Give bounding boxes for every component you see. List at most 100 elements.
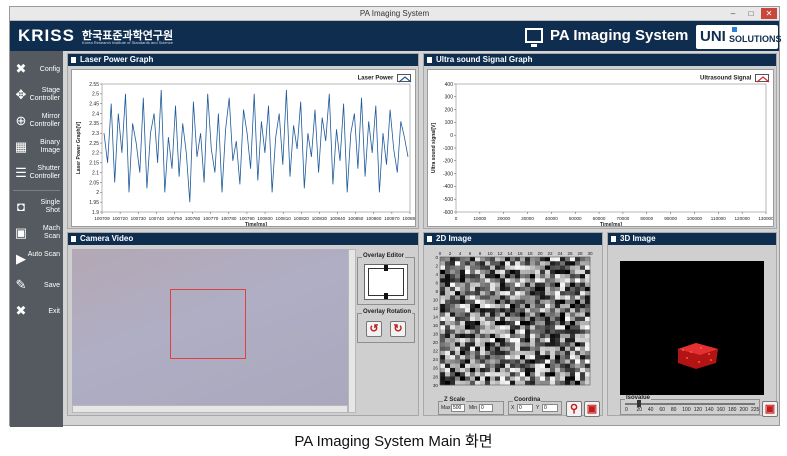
coord-y-input[interactable]: 0 <box>542 404 558 412</box>
z-max-input[interactable]: 500 <box>451 404 465 412</box>
heatmap-cell <box>475 359 481 364</box>
isovalue-tick-label: 100 <box>682 407 691 413</box>
heatmap-cell <box>545 316 551 322</box>
heatmap-cell <box>490 363 496 369</box>
minimize-button[interactable]: – <box>725 8 741 19</box>
heatmap-cell <box>530 376 536 381</box>
heatmap-cell <box>510 303 516 309</box>
heatmap-cell <box>580 359 586 364</box>
heatmap-cell <box>520 312 526 317</box>
z-min-input[interactable]: 0 <box>479 404 493 412</box>
y-tick-label: -300 <box>443 171 453 177</box>
image-2d-panel-title: 2D Image <box>424 233 602 245</box>
heatmap-cell <box>475 265 481 270</box>
heatmap-cell <box>560 355 566 360</box>
heatmap-cell <box>465 316 471 322</box>
heatmap-cell <box>455 286 461 292</box>
image-3d-viewport[interactable] <box>620 261 764 395</box>
heatmap-cell <box>555 312 561 317</box>
heatmap-cell <box>570 261 576 266</box>
heatmap-cell <box>540 342 546 347</box>
heatmap-cell <box>580 376 586 381</box>
heatmap-cell <box>540 261 546 266</box>
sidebar-item-label: Auto Scan <box>27 251 60 258</box>
overlay-roi-rectangle[interactable] <box>170 289 246 359</box>
rotate-cw-button[interactable]: ↻ <box>390 321 406 337</box>
sidebar-item-config[interactable]: ✖ Config <box>10 57 63 83</box>
heatmap-cell <box>480 325 486 330</box>
heatmap-cell <box>535 295 541 300</box>
heatmap-cell <box>485 257 491 262</box>
heatmap-cell <box>475 329 481 334</box>
heatmap-cell <box>500 359 506 364</box>
sidebar-item-mach-scan[interactable]: ▣ Mach Scan <box>10 221 63 247</box>
zoom-search-button[interactable]: ⚲ <box>566 401 582 417</box>
overlay-editor-frame[interactable] <box>368 268 404 296</box>
overlay-handle-bottom[interactable] <box>384 293 388 299</box>
coord-x-input[interactable]: 0 <box>517 404 533 412</box>
heatmap-cell <box>475 278 481 283</box>
heatmap-cell <box>485 308 491 313</box>
heatmap-cell <box>530 380 536 386</box>
heatmap-cell <box>515 261 521 266</box>
heatmap-cell <box>575 329 581 334</box>
heatmap-cell <box>445 346 451 352</box>
heatmap-cell <box>460 261 466 266</box>
heatmap-cell <box>530 265 536 270</box>
overlay-editor-canvas[interactable] <box>364 264 408 300</box>
heatmap-cell <box>525 359 531 364</box>
isovalue-slider-track[interactable] <box>625 403 755 405</box>
save-3d-image-button[interactable]: ▣ <box>762 401 778 417</box>
isovalue-slider-thumb[interactable] <box>637 400 641 407</box>
heatmap-cell <box>535 350 541 356</box>
heatmap-cell <box>550 346 556 352</box>
overlay-handle-top[interactable] <box>384 265 388 271</box>
y-tick-label: 100 <box>445 120 454 126</box>
heatmap-cell <box>510 299 516 305</box>
heatmap-cell <box>450 372 456 377</box>
heatmap-cell <box>525 269 531 275</box>
heatmap-cell <box>505 295 511 300</box>
sidebar-item-exit[interactable]: ✖ Exit <box>10 299 63 325</box>
max-label: Max <box>441 405 451 411</box>
camera-video-feed[interactable] <box>72 249 348 405</box>
heatmap-cell <box>500 286 506 292</box>
heatmap-cell <box>585 295 591 300</box>
heatmap-cell <box>500 325 506 330</box>
heatmap-cell <box>440 299 446 305</box>
heatmap-cell <box>550 380 556 386</box>
heatmap-cell <box>465 291 471 296</box>
heatmap-cell <box>455 367 461 373</box>
sidebar-item-binary-image[interactable]: ▦ Binary Image <box>10 135 63 161</box>
heatmap-cell <box>445 316 451 322</box>
maximize-button[interactable]: □ <box>743 8 759 19</box>
sidebar-item-mirror-controller[interactable]: ⊕ Mirror Controller <box>10 109 63 135</box>
kriss-english-name: Korea Research Institute of Standards an… <box>82 40 173 45</box>
heatmap-cell <box>495 325 501 330</box>
sidebar-item-single-shot[interactable]: ◘ Single Shot <box>10 195 63 221</box>
heatmap-cell <box>490 359 496 364</box>
heatmap-y-tick-label: 4 <box>435 272 438 277</box>
y-tick-label: 2.15 <box>89 161 99 167</box>
heatmap-cell <box>455 359 461 364</box>
heatmap-cell <box>480 316 486 322</box>
heatmap-cell <box>580 329 586 334</box>
sidebar-item-auto-scan[interactable]: ▶ Auto Scan <box>10 247 63 273</box>
heatmap-cell <box>510 286 516 292</box>
sidebar-item-stage-controller[interactable]: ✥ Stage Controller <box>10 83 63 109</box>
heatmap-cell <box>530 291 536 296</box>
camera-horizontal-scrollbar[interactable] <box>72 405 348 413</box>
heatmap-cell <box>475 308 481 313</box>
heatmap-cell <box>525 303 531 309</box>
rotate-ccw-button[interactable]: ↺ <box>366 321 382 337</box>
image-2d-heatmap[interactable]: 0 2 4 6 8 10 12 14 16 18 20 22 24 26 28 300246810121416… <box>426 247 602 395</box>
close-button[interactable]: ✕ <box>761 8 777 19</box>
sidebar-item-save[interactable]: ✎ Save <box>10 273 63 299</box>
heatmap-cell <box>460 342 466 347</box>
heatmap-cell <box>575 333 581 339</box>
heatmap-cell <box>510 325 516 330</box>
sidebar-item-shutter-controller[interactable]: ☰ Shutter Controller <box>10 161 63 187</box>
window-titlebar: PA Imaging System – □ ✕ <box>10 7 779 21</box>
camera-vertical-scrollbar[interactable] <box>348 249 356 413</box>
save-2d-image-button[interactable]: ▣ <box>584 401 600 417</box>
